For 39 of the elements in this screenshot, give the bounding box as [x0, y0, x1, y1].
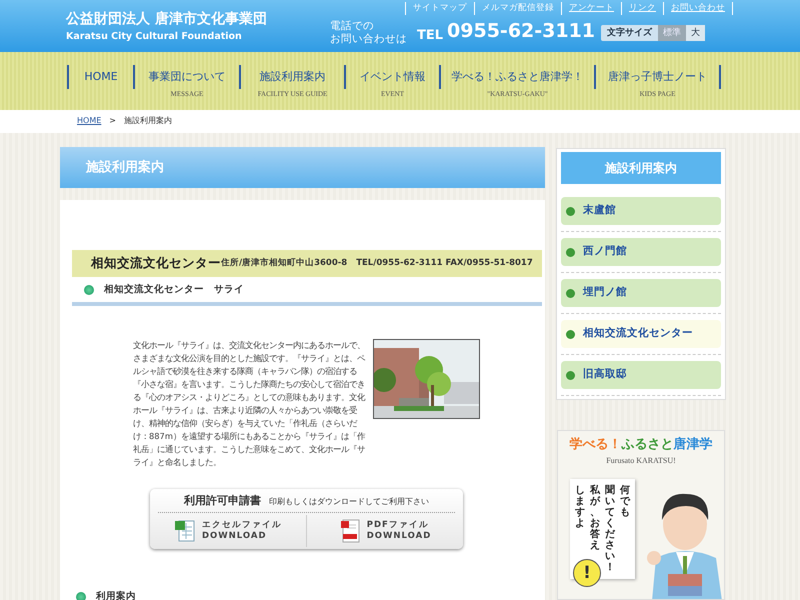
- speech-text: しますよ: [575, 485, 585, 529]
- speech-text: 私が、お答え: [590, 485, 600, 551]
- font-size-option[interactable]: 大: [686, 25, 705, 41]
- org-name: 公益財団法人 唐津市文化事業団: [66, 10, 268, 29]
- bullet-icon: [84, 285, 94, 296]
- breadcrumb-separator: >: [109, 115, 116, 127]
- exclamation-badge: !: [573, 559, 601, 587]
- bullet-icon: [566, 330, 575, 338]
- sidebar-title: 施設利用案内: [561, 152, 721, 184]
- section-title: 利用案内: [96, 590, 136, 600]
- description-text: 文化ホール『サライ』は、交流文化センター内にあるホールで、さまざまな文化公演を目的とした施設です。『サライ』とは、ペルシャ語で砂漠を往き来する隊商（キャラバン隊）の宿泊する『小さな宿』を言います。こうした隊商たちの安心して宿泊できる『心のオアシス・よりどころ』としての意味もあります。文化ホール『サライ』は、古来より近隣の人々からあつい崇敬を受け、精神的な信仰（安らぎ）を与えていた「作礼岳（さらいだけ：887m）を遠望する場所にもあることから『サライ』は「作礼岳」に通じています。こうした意味をこめて、文化ホール『サライ』と命名しました。: [133, 339, 365, 470]
- speech-text: 何でも: [620, 485, 630, 518]
- promo-banner[interactable]: 学べる！ふるさと唐津学 Furusato KARATSU! しますよ 私が、お答え 聞いてください！ 何でも !: [557, 430, 725, 600]
- banner-subtitle: Furusato KARATSU!: [605, 454, 677, 466]
- bullet-icon: [76, 592, 86, 600]
- breadcrumb-item[interactable]: HOME: [77, 115, 102, 133]
- banner-title: 学べる！ふるさと唐津学: [568, 436, 714, 454]
- page-title: 施設利用案内: [60, 147, 545, 188]
- download-button[interactable]: PDFファイル DOWNLOAD: [306, 515, 463, 548]
- bullet-icon: [566, 206, 575, 216]
- bullet-icon: [566, 370, 575, 380]
- download-button[interactable]: エクセルファイル DOWNLOAD: [150, 515, 306, 548]
- pdf-file-icon: [338, 519, 361, 544]
- speech-text: 聞いてください！: [605, 485, 615, 573]
- bullet-icon: [566, 248, 575, 256]
- section-title: 相知交流文化センター サライ: [104, 283, 244, 297]
- org-name-english: Karatsu City Cultural Foundation: [66, 30, 243, 44]
- breadcrumb-item: 施設利用案内: [124, 115, 172, 127]
- font-size-label: 文字サイズ: [601, 25, 658, 41]
- tel-label: TEL: [417, 29, 444, 42]
- download-title: 利用許可申請書: [184, 493, 261, 510]
- phone-number: 0955-62-3111: [447, 22, 596, 41]
- facility-name: 相知交流文化センター: [91, 254, 221, 272]
- bullet-icon: [566, 288, 575, 298]
- download-note: 印刷もしくはダウンロードしてご利用下さい: [269, 496, 429, 508]
- nav-item[interactable]: HOME: [69, 65, 133, 84]
- contact-label: 電話での お問い合わせは: [330, 19, 407, 46]
- facility-address: 住所/唐津市相知町中山3600-8 TEL/0955-62-3111 FAX/0955-51-8017: [221, 257, 533, 270]
- spreadsheet-file-icon: [174, 519, 196, 544]
